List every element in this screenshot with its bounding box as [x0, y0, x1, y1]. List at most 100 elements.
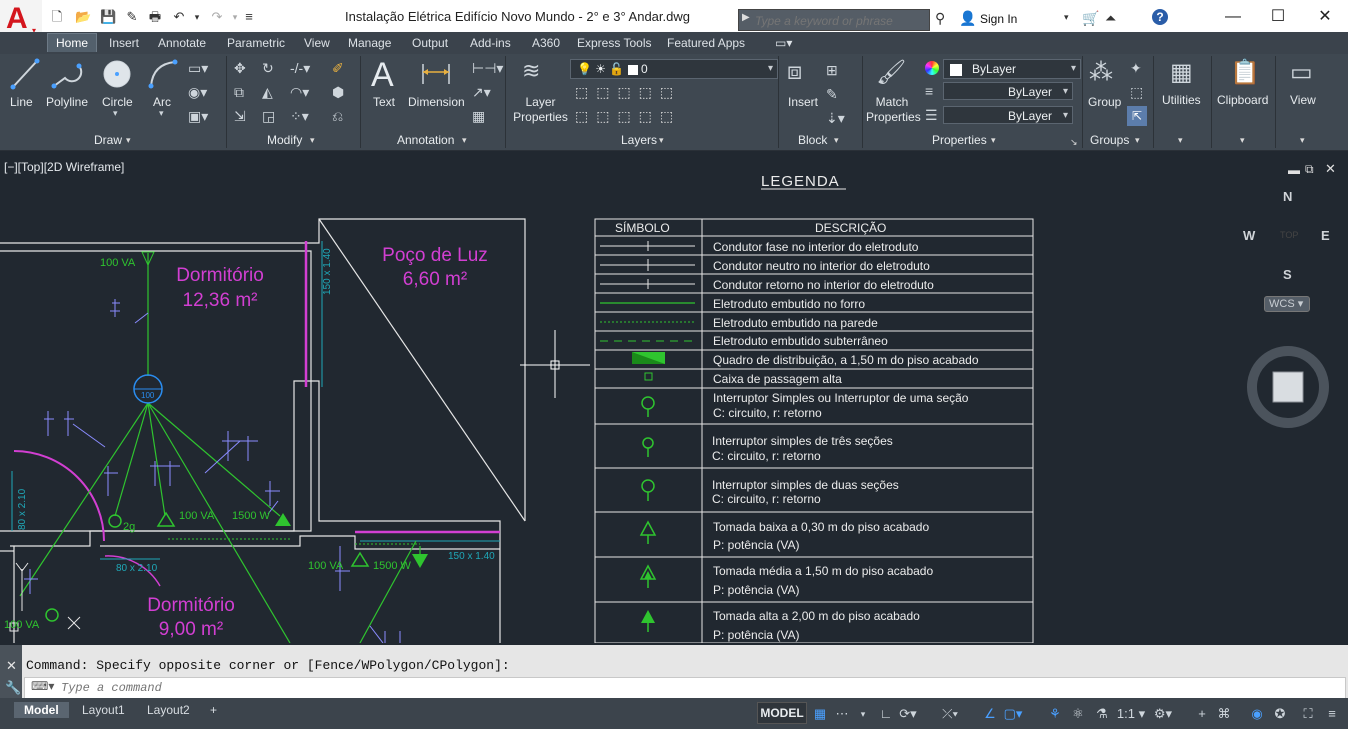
layout-tab-model[interactable]: Model: [14, 702, 69, 718]
sign-in-link[interactable]: Sign In: [980, 12, 1017, 26]
chevron-down-icon[interactable]: ▾: [310, 135, 315, 146]
copy-icon[interactable]: ⧉: [234, 84, 244, 101]
offset-icon[interactable]: ⎌: [332, 108, 343, 125]
modify-panel-title[interactable]: Modify: [267, 133, 302, 147]
scale-icon[interactable]: ◲: [262, 108, 275, 125]
trim-icon[interactable]: -/-▾: [290, 60, 310, 77]
annotation-panel-title[interactable]: Annotation: [397, 133, 454, 147]
mirror-icon[interactable]: ◭: [262, 84, 273, 101]
wcs-menu[interactable]: WCS ▾: [1264, 296, 1310, 312]
group-icon[interactable]: ⁂: [1089, 58, 1113, 87]
clipboard-button[interactable]: Clipboard: [1217, 93, 1268, 107]
object-snap-icon[interactable]: ▢▾: [1003, 705, 1023, 723]
redo-dropdown-icon[interactable]: ▾: [228, 10, 242, 24]
insert-block-icon[interactable]: ⧈: [787, 58, 802, 86]
layer-tools-row1-icon[interactable]: ⬚⬚⬚⬚⬚: [575, 84, 681, 101]
stretch-icon[interactable]: ⇲: [234, 108, 246, 125]
chevron-down-icon[interactable]: ▾: [834, 135, 839, 146]
properties-panel-title[interactable]: Properties: [932, 133, 987, 147]
layout-tab-layout1[interactable]: Layout1: [72, 702, 135, 718]
arc-button[interactable]: Arc: [153, 95, 171, 109]
tab-output[interactable]: Output: [412, 36, 448, 50]
annotation-scale-icon[interactable]: ⚗: [1092, 705, 1112, 723]
create-block-icon[interactable]: ⊞: [826, 62, 838, 79]
leader-icon[interactable]: ↗▾: [472, 84, 491, 101]
viewport-controls[interactable]: [−][Top][2D Wireframe]: [4, 160, 124, 174]
view-icon[interactable]: ▭: [1290, 58, 1313, 87]
model-space-button[interactable]: MODEL: [757, 702, 807, 724]
table-icon[interactable]: ▦: [472, 108, 485, 125]
grid-icon[interactable]: ▦: [810, 705, 830, 723]
linear-dim-icon[interactable]: ⊢⊣▾: [472, 60, 503, 77]
isolate-objects-icon[interactable]: ◉: [1247, 705, 1267, 723]
fillet-icon[interactable]: ◠▾: [290, 84, 309, 101]
tab-insert[interactable]: Insert: [109, 36, 139, 50]
layout-tab-layout2[interactable]: Layout2: [137, 702, 200, 718]
help-icon[interactable]: ?: [1152, 9, 1168, 25]
tab-annotate[interactable]: Annotate: [158, 36, 206, 50]
tab-featured-apps[interactable]: Featured Apps: [667, 36, 745, 50]
viewcube-west[interactable]: W: [1243, 228, 1255, 243]
polyline-icon[interactable]: [51, 58, 83, 90]
command-input-box[interactable]: ⌨▾: [24, 677, 1346, 699]
text-icon[interactable]: A: [371, 56, 394, 95]
circle-button[interactable]: Circle: [102, 95, 133, 109]
binoculars-icon[interactable]: ⚲: [935, 10, 945, 27]
redo-icon[interactable]: ↷: [210, 10, 224, 24]
auto-scale-icon[interactable]: ⚛: [1068, 705, 1088, 723]
object-snap-tracking-icon[interactable]: ∠: [980, 705, 1000, 723]
chevron-down-icon[interactable]: ▾: [1135, 135, 1140, 146]
viewcube-south[interactable]: S: [1283, 267, 1292, 282]
search-input[interactable]: [753, 13, 927, 29]
explode-icon[interactable]: ⬢: [332, 84, 344, 101]
line-icon[interactable]: [10, 58, 40, 90]
tab-home[interactable]: Home: [47, 33, 98, 52]
undo-dropdown-icon[interactable]: ▾: [190, 10, 204, 24]
array-icon[interactable]: ⁘▾: [290, 108, 309, 125]
line-button[interactable]: Line: [10, 95, 33, 109]
chevron-down-icon[interactable]: ▾: [991, 135, 996, 146]
layer-properties-icon[interactable]: ≋: [522, 58, 540, 84]
text-button[interactable]: Text: [373, 95, 395, 109]
hardware-acceleration-icon[interactable]: ✪: [1270, 705, 1290, 723]
color-dropdown[interactable]: ByLayer: [943, 59, 1081, 79]
annotation-visibility-icon[interactable]: ⚘: [1045, 705, 1065, 723]
command-input[interactable]: [59, 680, 863, 696]
viewcube-north[interactable]: N: [1283, 189, 1292, 204]
workspace-gear-icon[interactable]: ⚙▾: [1153, 705, 1173, 723]
layer-properties-button[interactable]: Layer Properties: [513, 95, 568, 125]
viewport-close-icon[interactable]: ✕: [1325, 161, 1336, 177]
move-icon[interactable]: ✥: [234, 60, 246, 77]
dialog-launcher-icon[interactable]: ↘: [1070, 137, 1078, 148]
plot-icon[interactable]: 🖶: [148, 10, 162, 24]
command-prompt-icon[interactable]: ⌨▾: [31, 679, 54, 693]
snap-icon[interactable]: ⋯: [832, 705, 852, 723]
cart-icon[interactable]: 🛒: [1082, 10, 1099, 27]
tab-parametric[interactable]: Parametric: [227, 36, 285, 50]
save-icon[interactable]: 💾: [100, 10, 116, 24]
groups-panel-title[interactable]: Groups: [1090, 133, 1129, 147]
polar-icon[interactable]: ⟳▾: [898, 705, 918, 723]
boundary-icon[interactable]: ▣▾: [188, 108, 208, 125]
viewcube-top-label[interactable]: TOP: [1280, 230, 1298, 240]
plus-icon[interactable]: +: [1192, 705, 1212, 723]
utilities-button[interactable]: Utilities: [1162, 93, 1201, 107]
chevron-down-icon[interactable]: ▾: [659, 135, 664, 146]
units-icon[interactable]: ⌘: [1214, 705, 1234, 723]
tab-view[interactable]: View: [304, 36, 330, 50]
drawing-canvas[interactable]: [0, 151, 1348, 643]
expand-search-icon[interactable]: ▶: [742, 12, 750, 23]
isodraft-icon[interactable]: ⤫▾: [940, 705, 960, 723]
close-command-line-icon[interactable]: ✕: [6, 658, 17, 674]
ortho-icon[interactable]: ∟: [876, 705, 896, 723]
chevron-down-icon[interactable]: ▾: [1240, 135, 1245, 146]
chevron-down-icon[interactable]: ▾: [159, 108, 164, 119]
clean-screen-icon[interactable]: ⛶: [1298, 705, 1318, 723]
chevron-down-icon[interactable]: ▾: [462, 135, 467, 146]
group-edit-icon[interactable]: ⬚: [1130, 84, 1143, 101]
tab-add-ins[interactable]: Add-ins: [470, 36, 511, 50]
scale-dropdown[interactable]: 1:1 ▾: [1116, 705, 1146, 723]
arc-icon[interactable]: [147, 58, 179, 90]
polyline-button[interactable]: Polyline: [46, 95, 88, 109]
hatch-icon[interactable]: ◉▾: [188, 84, 207, 101]
